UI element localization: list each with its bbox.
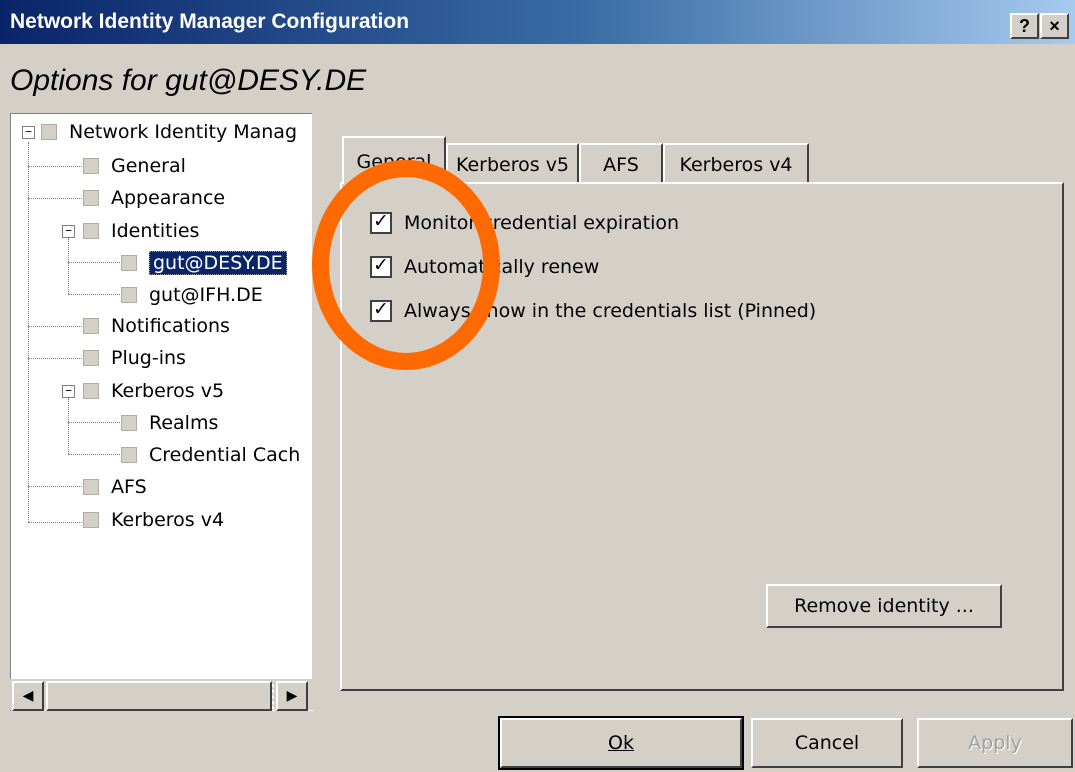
option-always-show-pinned[interactable]: Always show in the credentials list (Pin… <box>370 296 816 326</box>
options-tree[interactable]: − − − Network Identity Manag General App… <box>10 113 313 711</box>
tree-line <box>28 522 88 523</box>
tree-item-general[interactable]: General <box>83 152 186 180</box>
close-button[interactable]: × <box>1040 13 1069 39</box>
tree-item-label: Plug-ins <box>111 347 186 369</box>
tree-line <box>28 142 29 522</box>
option-auto-renew[interactable]: Automatically renew <box>370 252 599 282</box>
tree-item-appearance[interactable]: Appearance <box>83 184 225 212</box>
option-label: Automatically renew <box>404 256 600 278</box>
node-icon <box>121 255 137 271</box>
tree-item-root[interactable]: Network Identity Manag <box>41 118 297 146</box>
node-icon <box>121 287 137 303</box>
collapse-icon[interactable]: − <box>62 385 75 398</box>
tree-item-realms[interactable]: Realms <box>121 409 218 437</box>
option-label: Always show in the credentials list (Pin… <box>404 300 817 322</box>
tree-item-gut-ifh[interactable]: gut@IFH.DE <box>121 281 263 309</box>
node-icon <box>83 479 99 495</box>
tab-afs[interactable]: AFS <box>579 143 663 183</box>
tree-item-afs[interactable]: AFS <box>83 473 147 501</box>
node-icon <box>83 318 99 334</box>
tree-item-label: Network Identity Manag <box>69 121 298 143</box>
ok-button[interactable]: Ok <box>498 716 744 770</box>
tree-item-label: Kerberos v5 <box>111 380 225 402</box>
remove-identity-button[interactable]: Remove identity ... <box>766 584 1002 628</box>
tree-item-kerberos-v5[interactable]: Kerberos v5 <box>83 377 224 405</box>
title-bar: Network Identity Manager Configuration ?… <box>0 0 1075 44</box>
tree-item-kerberos-v4[interactable]: Kerberos v4 <box>83 506 224 534</box>
tree-line <box>68 454 124 455</box>
node-icon <box>83 223 99 239</box>
collapse-icon[interactable]: − <box>62 225 75 238</box>
option-label: Monitor credential expiration <box>404 212 680 234</box>
tree-item-label: Appearance <box>111 187 226 209</box>
tree-item-label: Identities <box>111 220 200 242</box>
tree-item-label: gut@IFH.DE <box>149 284 263 306</box>
tree-line <box>28 166 88 167</box>
collapse-icon[interactable]: − <box>22 126 35 139</box>
cancel-button[interactable]: Cancel <box>751 718 903 768</box>
checkbox-checked[interactable] <box>370 254 392 278</box>
tab-kerberos-v5[interactable]: Kerberos v5 <box>446 143 579 183</box>
node-icon <box>121 415 137 431</box>
tree-line <box>28 486 88 487</box>
tree-item-label: General <box>111 155 186 177</box>
tree-item-credential-cache[interactable]: Credential Cach <box>121 441 300 469</box>
scroll-thumb[interactable] <box>46 681 272 711</box>
tree-item-label: Notifications <box>111 315 230 337</box>
tree-item-label: gut@DESY.DE <box>149 251 287 275</box>
tree-item-label: AFS <box>111 476 147 498</box>
node-icon <box>83 512 99 528</box>
node-icon <box>83 190 99 206</box>
tab-general[interactable]: General <box>342 136 446 184</box>
scroll-left-button[interactable]: ◀ <box>12 681 44 711</box>
tree-item-plugins[interactable]: Plug-ins <box>83 344 186 372</box>
node-icon <box>83 158 99 174</box>
tree-item-label: Realms <box>149 412 219 434</box>
tree-item-gut-desy[interactable]: gut@DESY.DE <box>121 249 287 277</box>
tree-item-identities[interactable]: Identities <box>83 217 199 245</box>
tree-item-label: Kerberos v4 <box>111 509 225 531</box>
scroll-right-button[interactable]: ▶ <box>276 681 308 711</box>
page-title: Options for gut@DESY.DE <box>10 64 367 97</box>
node-icon <box>83 350 99 366</box>
tree-horizontal-scrollbar[interactable]: ◀ ▶ <box>10 679 312 711</box>
tree-line <box>68 422 124 423</box>
tree-line <box>68 238 69 294</box>
apply-button[interactable]: Apply <box>917 718 1073 768</box>
tree-line <box>68 294 124 295</box>
tree-line <box>68 398 69 454</box>
window-title: Network Identity Manager Configuration <box>10 10 410 33</box>
tree-line <box>28 358 88 359</box>
help-button[interactable]: ? <box>1010 13 1039 39</box>
tree-item-notifications[interactable]: Notifications <box>83 312 230 340</box>
checkbox-checked[interactable] <box>370 210 392 234</box>
node-icon <box>121 447 137 463</box>
tree-line <box>28 198 88 199</box>
option-monitor-expiration[interactable]: Monitor credential expiration <box>370 208 679 238</box>
node-icon <box>41 124 57 140</box>
checkbox-checked[interactable] <box>370 298 392 322</box>
tree-item-label: Credential Cach <box>149 444 301 466</box>
tree-line <box>28 326 88 327</box>
tab-kerberos-v4[interactable]: Kerberos v4 <box>663 143 809 183</box>
tree-line <box>68 262 124 263</box>
node-icon <box>83 383 99 399</box>
